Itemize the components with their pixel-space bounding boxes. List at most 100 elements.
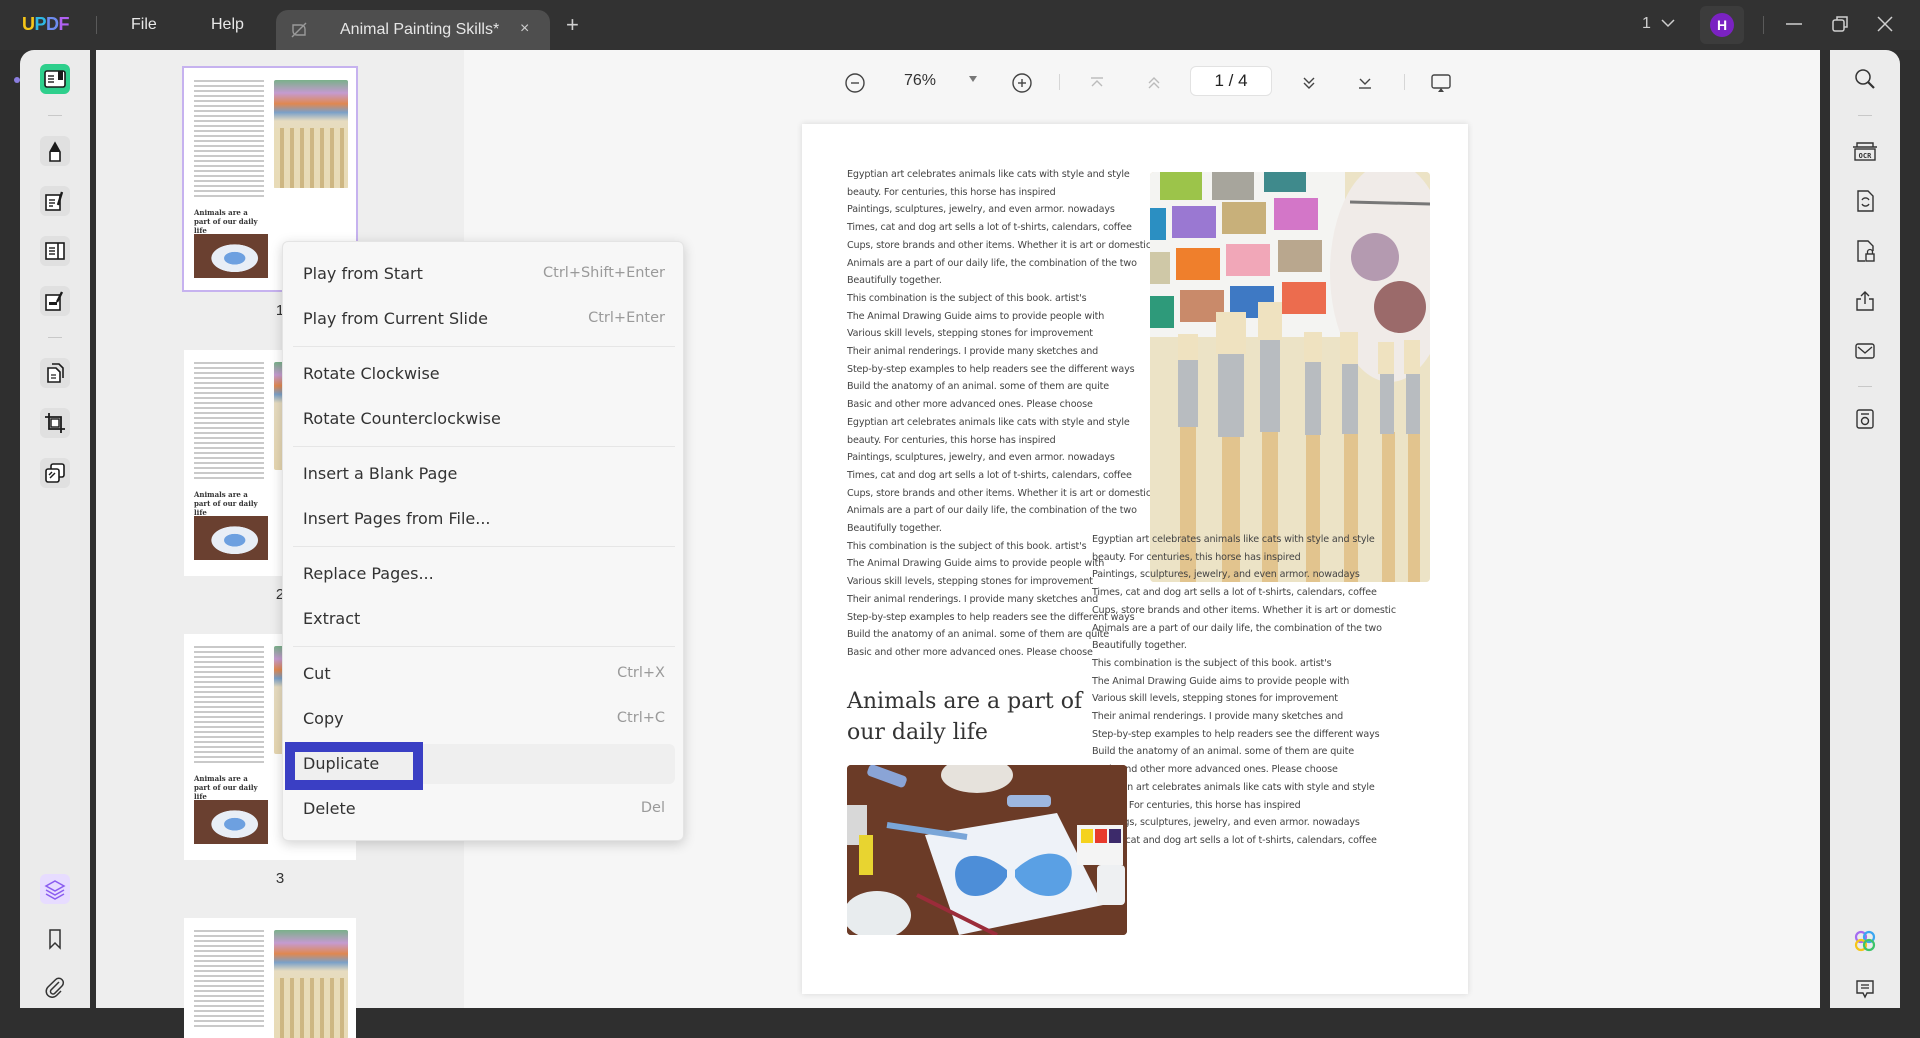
protect-icon xyxy=(1857,240,1875,262)
fill-sign-tool[interactable] xyxy=(40,286,70,316)
last-page-icon xyxy=(1359,78,1371,89)
menu-help[interactable]: Help xyxy=(211,16,244,34)
menu-item-delete[interactable]: Delete Del xyxy=(283,789,685,829)
zoom-out-button[interactable] xyxy=(842,70,868,96)
zoom-level[interactable]: 76% xyxy=(904,72,936,90)
restore-icon[interactable] xyxy=(1828,12,1852,36)
account-button[interactable]: H xyxy=(1700,6,1744,44)
view-toolbar: 76% 1 / 4 xyxy=(464,50,1820,114)
updf-logo: UPDF xyxy=(22,14,70,34)
thumb-image xyxy=(274,978,348,1038)
comments-button[interactable] xyxy=(1850,974,1880,1004)
paint-palette-and-brushes-photo xyxy=(1150,172,1430,582)
crop-icon xyxy=(45,413,65,433)
search-button[interactable] xyxy=(1850,64,1880,94)
page-context-menu: Play from Start Ctrl+Shift+Enter Play fr… xyxy=(282,241,684,841)
double-chevron-down-icon xyxy=(1303,77,1315,89)
save-icon xyxy=(1856,409,1874,429)
batch-tool[interactable] xyxy=(40,458,70,488)
zoom-dropdown-icon[interactable] xyxy=(969,76,977,82)
menu-item-cut[interactable]: Cut Ctrl+X xyxy=(283,654,685,694)
edit-tool[interactable] xyxy=(40,186,70,216)
layers-tool[interactable] xyxy=(40,874,70,904)
menu-item-copy[interactable]: Copy Ctrl+C xyxy=(283,699,685,739)
ai-assistant-button[interactable] xyxy=(1850,926,1880,956)
menu-item-play-from-current-slide[interactable]: Play from Current Slide Ctrl+Enter xyxy=(283,299,685,339)
slideshow-icon xyxy=(1431,74,1451,92)
minimize-icon[interactable] xyxy=(1782,12,1806,36)
document-tab[interactable]: Animal Painting Skills* × xyxy=(276,10,550,50)
tab-title: Animal Painting Skills* xyxy=(340,21,500,38)
menu-item-play-from-start[interactable]: Play from Start Ctrl+Shift+Enter xyxy=(283,254,685,294)
last-page-button[interactable] xyxy=(1352,70,1378,96)
menu-divider xyxy=(293,546,675,547)
new-tab-button[interactable]: + xyxy=(566,12,579,38)
batch-icon xyxy=(45,463,65,483)
chevron-down-icon xyxy=(1661,19,1675,28)
window-controls-divider xyxy=(1763,16,1764,34)
menu-item-extract[interactable]: Extract xyxy=(283,599,685,639)
menu-item-label: Insert a Blank Page xyxy=(303,464,458,483)
crop-tool[interactable] xyxy=(40,408,70,438)
thumb-image xyxy=(194,800,268,844)
window-count: 1 xyxy=(1642,15,1651,32)
attachment-icon xyxy=(45,977,65,998)
page-thumbnail[interactable] xyxy=(184,918,356,1038)
menu-item-label: Copy xyxy=(303,709,344,728)
menu-item-rotate-clockwise[interactable]: Rotate Clockwise xyxy=(283,354,685,394)
menu-divider xyxy=(293,446,675,447)
close-tab-icon[interactable]: × xyxy=(520,20,529,38)
reader-icon xyxy=(44,70,66,88)
section-heading: Animals are a part of our daily life xyxy=(847,689,1083,745)
menu-item-label: Replace Pages... xyxy=(303,564,434,583)
menu-item-label: Insert Pages from File... xyxy=(303,509,491,528)
menu-file[interactable]: File xyxy=(131,16,157,34)
thumb-heading: Animals are a part of our daily life xyxy=(194,774,258,801)
menu-item-rotate-counterclockwise[interactable]: Rotate Counterclockwise xyxy=(283,399,685,439)
save-button[interactable] xyxy=(1850,404,1880,434)
menu-item-shortcut: Ctrl+Shift+Enter xyxy=(543,265,665,281)
close-window-icon[interactable] xyxy=(1873,12,1897,36)
menu-item-insert-blank-page[interactable]: Insert a Blank Page xyxy=(283,454,685,494)
avatar: H xyxy=(1710,13,1734,37)
title-bar: UPDF File Help Animal Painting Skills* ×… xyxy=(0,0,1920,50)
window-count-dropdown[interactable]: 1 xyxy=(1642,15,1675,33)
first-page-button[interactable] xyxy=(1084,70,1110,96)
previous-page-button[interactable] xyxy=(1141,70,1167,96)
thumb-text xyxy=(194,930,264,1030)
panel-indicator-dot xyxy=(14,77,20,83)
layers-icon xyxy=(44,880,66,900)
page-tools[interactable] xyxy=(40,358,70,388)
comment-tool[interactable] xyxy=(40,136,70,166)
share-button[interactable] xyxy=(1850,286,1880,316)
menu-item-replace-pages[interactable]: Replace Pages... xyxy=(283,554,685,594)
menu-item-label: Extract xyxy=(303,609,361,628)
menu-item-shortcut: Del xyxy=(640,800,665,816)
zoom-in-button[interactable] xyxy=(1009,70,1035,96)
next-page-button[interactable] xyxy=(1296,70,1322,96)
reader-tool[interactable] xyxy=(40,64,70,94)
menu-item-duplicate[interactable]: Duplicate xyxy=(283,742,685,790)
comment-highlighter-icon xyxy=(49,141,61,162)
thumb-text xyxy=(194,362,264,482)
thumb-heading: Animals are a part of our daily life xyxy=(194,490,258,517)
menu-item-shortcut: Ctrl+X xyxy=(617,665,665,681)
thumb-heading: Animals are a part of our daily life xyxy=(194,208,258,235)
protect-button[interactable] xyxy=(1850,236,1880,266)
first-page-icon xyxy=(1091,77,1103,87)
tool-divider xyxy=(1858,115,1872,116)
page-number-input[interactable]: 1 / 4 xyxy=(1190,66,1272,96)
menu-item-insert-pages-from-file[interactable]: Insert Pages from File... xyxy=(283,499,685,539)
organize-tool[interactable] xyxy=(40,236,70,266)
menu-item-label: Duplicate xyxy=(303,754,380,773)
ocr-button[interactable]: OCR xyxy=(1850,136,1880,166)
thumb-text xyxy=(194,646,264,766)
bookmark-tool[interactable] xyxy=(40,924,70,954)
convert-button[interactable] xyxy=(1850,186,1880,216)
tool-divider xyxy=(48,337,62,338)
email-button[interactable] xyxy=(1850,336,1880,366)
thumb-image xyxy=(194,516,268,560)
page-tools-icon xyxy=(47,363,64,383)
attachment-tool[interactable] xyxy=(40,972,70,1002)
presentation-button[interactable] xyxy=(1428,70,1454,96)
